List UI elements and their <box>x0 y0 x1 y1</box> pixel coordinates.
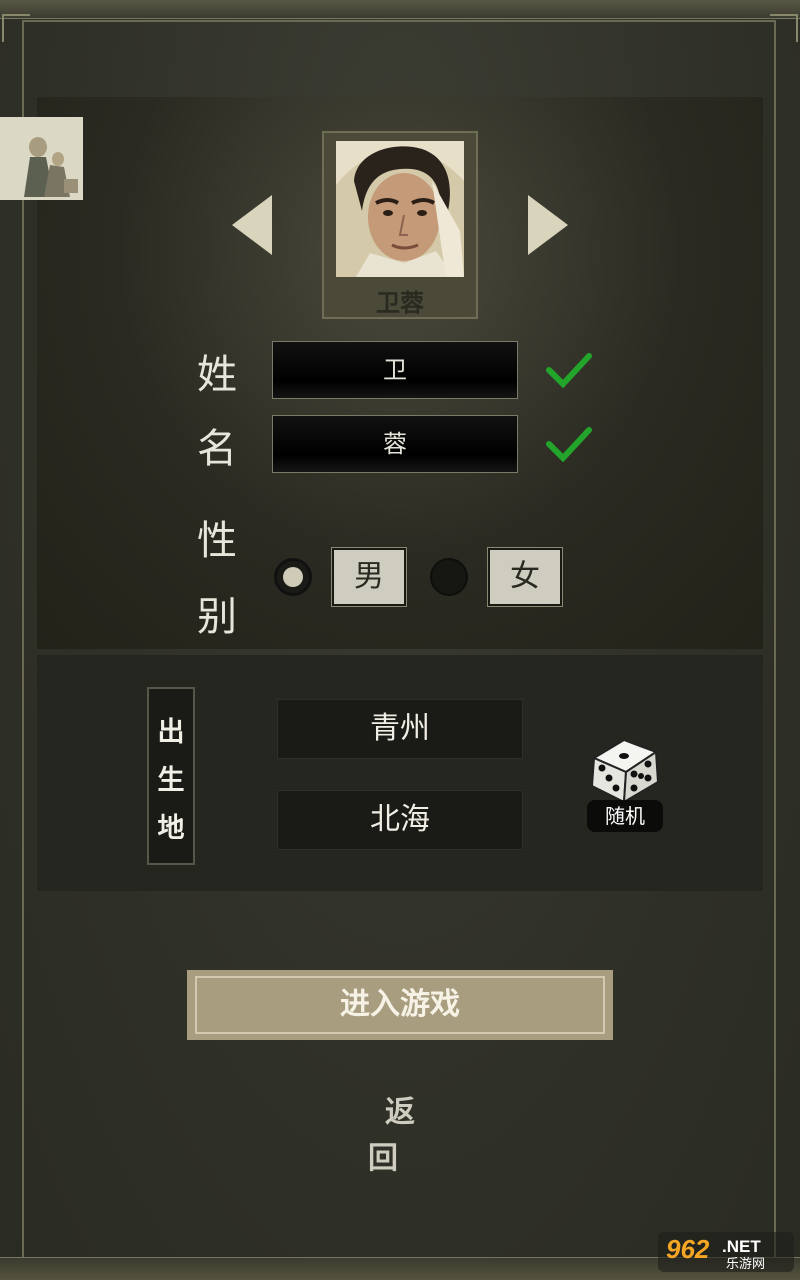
gender-label-bottom: 别 <box>197 594 237 640</box>
next-portrait-button[interactable] <box>528 195 568 255</box>
frame-corner-top-left <box>2 14 30 42</box>
birthplace-char: 出 <box>157 717 185 748</box>
random-birthplace-button[interactable]: 随机 <box>586 734 666 834</box>
gender-label-top: 性 <box>197 518 237 564</box>
side-thumbnail[interactable] <box>0 117 83 200</box>
dice-icon <box>590 738 660 804</box>
random-label: 随机 <box>587 800 663 832</box>
svg-text:乐游网: 乐游网 <box>726 1257 765 1272</box>
frame-top-ornament <box>0 0 800 19</box>
enter-game-button[interactable]: 进入游戏 <box>187 970 613 1040</box>
surname-label: 姓 <box>197 352 237 398</box>
figures-image <box>0 117 83 200</box>
city-select[interactable]: 北海 <box>277 790 523 850</box>
portrait-name: 卫蓉 <box>376 289 424 317</box>
back-button[interactable]: 返回 <box>340 1090 460 1176</box>
radio-selected-dot <box>283 567 303 587</box>
female-button[interactable]: 女 <box>487 547 563 607</box>
birthplace-char: 地 <box>157 813 185 844</box>
svg-text:.NET: .NET <box>722 1237 761 1256</box>
svg-text:962: 962 <box>666 1234 710 1264</box>
surname-check-icon <box>546 353 592 388</box>
given-name-label: 名 <box>197 426 237 472</box>
previous-portrait-button[interactable] <box>232 195 272 255</box>
site-watermark-logo: 962 .NET 乐游网 <box>658 1232 794 1272</box>
frame-corner-top-right <box>770 14 798 42</box>
enter-game-label: 进入游戏 <box>340 987 460 1022</box>
province-select[interactable]: 青州 <box>277 699 523 759</box>
surname-input[interactable]: 卫 <box>272 341 518 399</box>
male-button[interactable]: 男 <box>331 547 407 607</box>
birthplace-label: 出 生 地 <box>147 687 195 865</box>
given-name-input[interactable]: 蓉 <box>272 415 518 473</box>
portrait-frame: 卫蓉 <box>322 131 478 319</box>
female-radio[interactable] <box>430 558 468 596</box>
male-radio[interactable] <box>274 558 312 596</box>
given-name-check-icon <box>546 427 592 462</box>
character-portrait <box>336 141 464 277</box>
birthplace-char: 生 <box>157 765 185 796</box>
